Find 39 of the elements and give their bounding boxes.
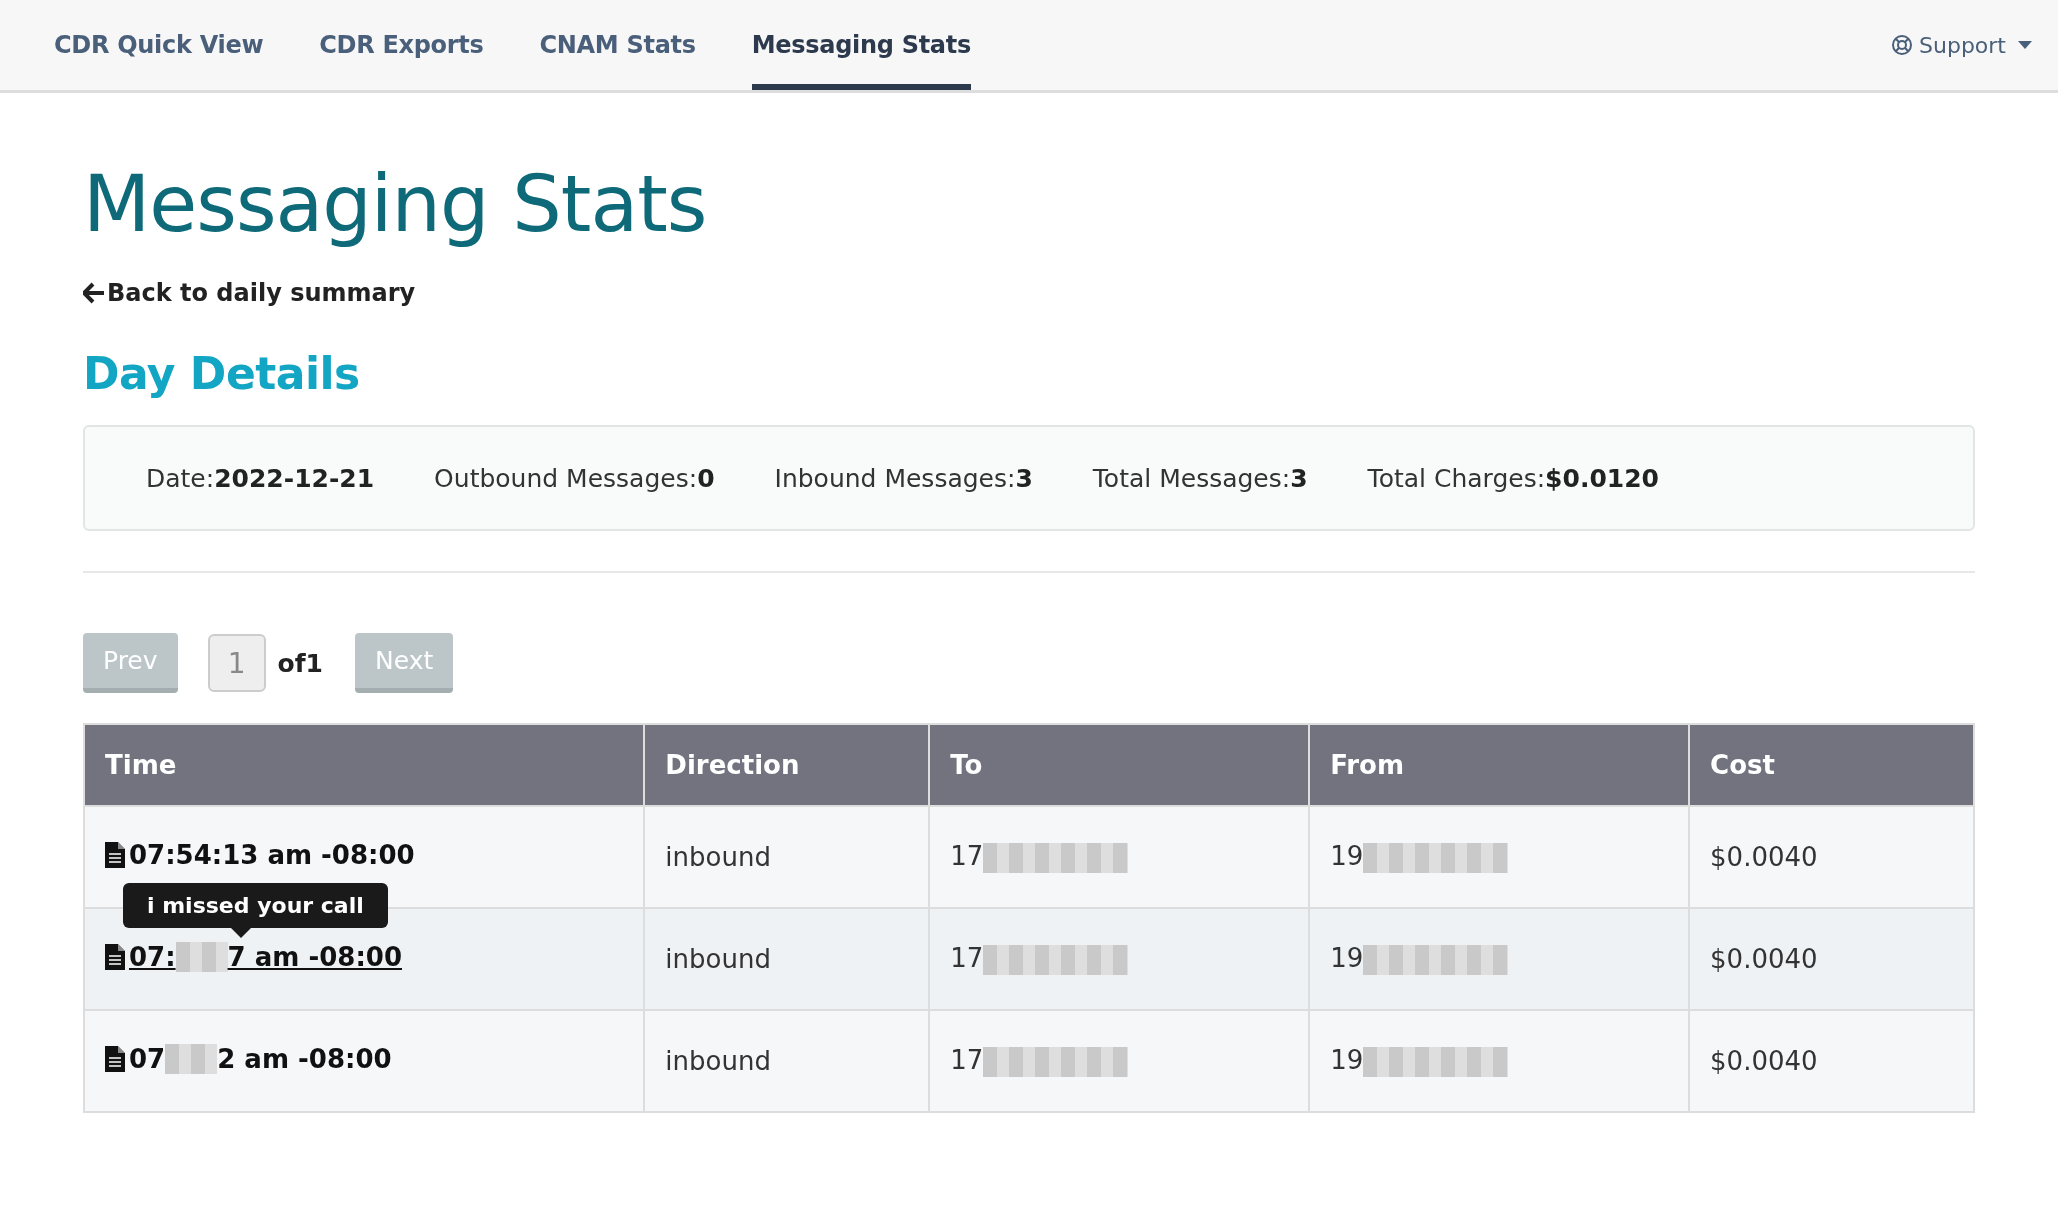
table-cell: 17 xyxy=(950,943,984,974)
table-cell: 19 xyxy=(1330,943,1364,974)
back-link[interactable]: Back to daily summary xyxy=(83,279,416,307)
column-header: Direction xyxy=(644,724,930,806)
summary-stat: Inbound Messages:3 xyxy=(774,463,1033,493)
lifebuoy-icon xyxy=(1891,34,1914,56)
table-cell: inbound xyxy=(644,1010,930,1112)
table-cell: 19 xyxy=(1330,841,1364,872)
table-cell: 19 xyxy=(1330,1045,1364,1076)
page-field[interactable]: 1 xyxy=(207,634,266,692)
nav-tab[interactable]: CNAM Stats xyxy=(539,0,696,90)
document-icon xyxy=(105,1046,125,1072)
arrow-left-icon xyxy=(83,282,105,304)
table-cell: 17 xyxy=(950,841,984,872)
support-menu[interactable]: Support xyxy=(1891,0,2032,90)
column-header: From xyxy=(1309,724,1690,806)
table-cell: $0.0040 xyxy=(1689,1010,1974,1112)
time-link[interactable]: 07:54:13 am -08:00 xyxy=(105,840,415,870)
tooltip-arrow-icon xyxy=(231,928,251,938)
summary-stat: Date:2022-12-21 xyxy=(146,463,375,493)
redaction-mark xyxy=(165,1044,218,1074)
column-header: Cost xyxy=(1689,724,1974,806)
redaction-mark xyxy=(175,942,228,972)
time-link[interactable]: 07 2 am -08:00 xyxy=(105,1044,392,1074)
page-title: Messaging Stats xyxy=(83,159,708,249)
summary-stat: Total Charges:$0.0120 xyxy=(1367,463,1659,493)
document-icon xyxy=(105,842,125,868)
nav-tab[interactable]: Messaging Stats xyxy=(751,0,971,90)
table-cell: 17 xyxy=(950,1045,984,1076)
nav-tab[interactable]: CDR Quick View xyxy=(54,0,264,90)
summary-stat: Total Messages:3 xyxy=(1092,463,1308,493)
page-count: of1 xyxy=(277,648,323,678)
nav-tab[interactable]: CDR Exports xyxy=(319,0,484,90)
document-icon xyxy=(105,944,125,970)
column-header: Time xyxy=(84,724,645,806)
caret-icon xyxy=(2018,41,2032,49)
section-title: Day Details xyxy=(83,348,361,399)
summary-stat: Outbound Messages:0 xyxy=(434,463,715,493)
column-header: To xyxy=(929,724,1310,806)
